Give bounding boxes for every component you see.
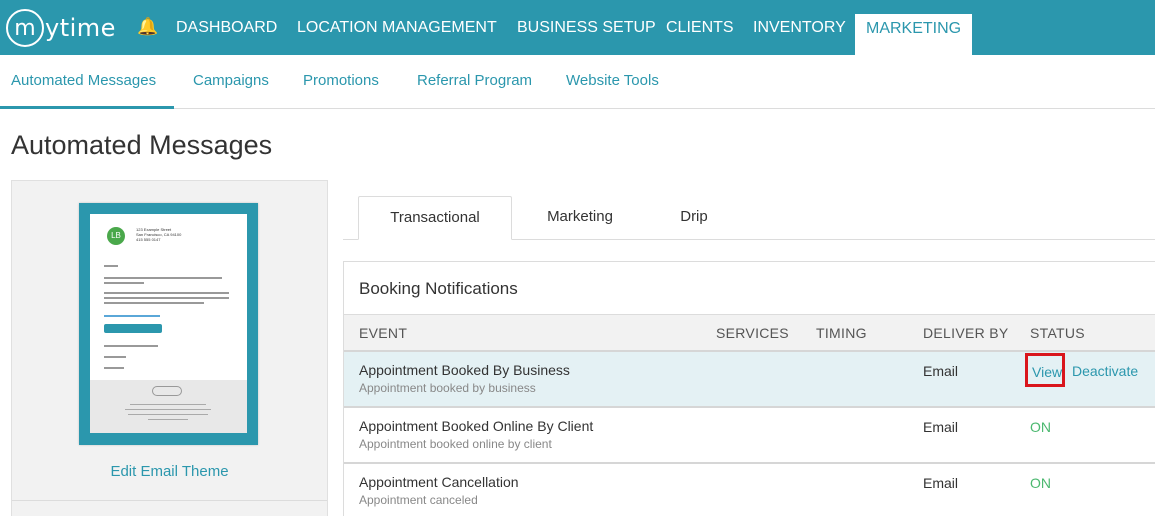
deliver-by-value: Email [923,419,959,435]
event-name: Appointment Cancellation [359,474,519,490]
footer-line [128,414,208,415]
table-row[interactable]: Appointment Booked By Business Appointme… [344,352,1155,408]
edit-email-theme-link[interactable]: Edit Email Theme [12,463,327,480]
subnav-campaigns[interactable]: Campaigns [193,72,269,89]
preview-text-line [104,297,229,299]
nav-inventory[interactable]: INVENTORY [753,0,846,55]
business-address: 123 Example Street San Francisco, CA 941… [136,227,182,242]
column-timing: TIMING [816,325,867,341]
page-title: Automated Messages [11,130,273,160]
preview-book-button [104,324,162,333]
column-services: SERVICES [716,325,789,341]
view-link[interactable]: View [1025,353,1065,387]
preview-link-line [104,315,160,317]
preview-text-line [104,367,124,369]
booking-notifications-card: Booking Notifications EVENT SERVICES TIM… [343,261,1155,516]
active-subnav-indicator [0,106,174,109]
tab-drip[interactable]: Drip [660,196,728,240]
mytime-logo[interactable]: m ytime [6,9,116,47]
table-row[interactable]: Appointment Cancellation Appointment can… [344,464,1155,516]
preview-text-line [104,282,144,284]
subnav-automated-messages[interactable]: Automated Messages [11,72,156,89]
tab-marketing[interactable]: Marketing [530,196,630,240]
top-navigation-bar: m ytime 🔔 DASHBOARD LOCATION MANAGEMENT … [0,0,1155,55]
event-description: Appointment canceled [359,493,478,507]
nav-dashboard[interactable]: DASHBOARD [176,0,277,55]
email-preview: LB 123 Example Street San Francisco, CA … [90,214,247,433]
nav-marketing[interactable]: MARKETING [855,14,973,55]
logo-circle: m [6,9,44,47]
tab-transactional[interactable]: Transactional [358,196,512,240]
event-name: Appointment Booked By Business [359,362,570,378]
subnav-website-tools[interactable]: Website Tools [566,72,659,89]
preview-text-line [104,292,229,294]
preview-text-line [104,356,126,358]
sub-navigation: Automated Messages Campaigns Promotions … [0,55,1155,109]
logo-text: ytime [45,14,116,42]
deliver-by-value: Email [923,363,959,379]
preview-footer [90,380,247,433]
subnav-promotions[interactable]: Promotions [303,72,379,89]
preview-text-line [104,302,204,304]
table-header: EVENT SERVICES TIMING DELIVER BY STATUS [344,314,1155,352]
preview-text-line [104,277,222,279]
bell-icon[interactable]: 🔔 [137,17,158,37]
panel-divider [12,500,327,501]
column-deliver-by: DELIVER BY [923,325,1009,341]
column-event: EVENT [359,325,408,341]
deactivate-link[interactable]: Deactivate [1072,363,1138,379]
event-description: Appointment booked online by client [359,437,552,451]
nav-clients[interactable]: CLIENTS [666,0,734,55]
column-status: STATUS [1030,325,1085,341]
footer-line [130,404,206,405]
nav-location-management[interactable]: LOCATION MANAGEMENT [297,0,497,55]
email-theme-thumbnail[interactable]: LB 123 Example Street San Francisco, CA … [79,203,258,445]
nav-business-setup[interactable]: BUSINESS SETUP [517,0,656,55]
footer-line [148,419,188,420]
status-badge: ON [1030,475,1051,491]
email-theme-panel: LB 123 Example Street San Francisco, CA … [11,180,328,516]
card-title: Booking Notifications [359,279,518,298]
event-name: Appointment Booked Online By Client [359,418,594,434]
deliver-by-value: Email [923,475,959,491]
preview-text-line [104,345,158,347]
preview-text-line [104,265,118,267]
table-row[interactable]: Appointment Booked Online By Client Appo… [344,408,1155,464]
footer-line [125,409,211,410]
status-badge: ON [1030,419,1051,435]
event-description: Appointment booked by business [359,381,536,395]
subnav-referral-program[interactable]: Referral Program [417,72,532,89]
footer-logo [152,386,182,396]
business-logo: LB [107,227,125,245]
